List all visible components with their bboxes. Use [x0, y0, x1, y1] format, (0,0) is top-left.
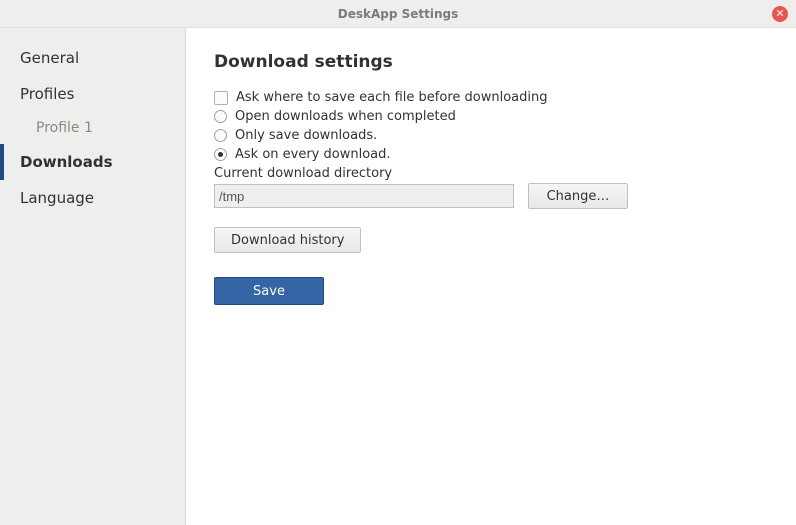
checkbox-label: Ask where to save each file before downl…	[236, 90, 547, 105]
radio-label: Open downloads when completed	[235, 109, 456, 124]
sidebar-item-language[interactable]: Language	[0, 180, 185, 216]
main-container: General Profiles Profile 1 Downloads Lan…	[0, 28, 796, 525]
save-button[interactable]: Save	[214, 277, 324, 305]
checkbox-icon	[214, 91, 228, 105]
sidebar-item-label: Profile 1	[36, 120, 93, 136]
radio-open-completed[interactable]: Open downloads when completed	[214, 109, 768, 124]
button-label: Save	[253, 284, 285, 299]
sidebar-item-label: Language	[20, 189, 94, 207]
sidebar-item-downloads[interactable]: Downloads	[0, 144, 185, 180]
sidebar: General Profiles Profile 1 Downloads Lan…	[0, 28, 186, 525]
radio-label: Ask on every download.	[235, 147, 391, 162]
sidebar-item-label: Downloads	[20, 153, 113, 171]
radio-label: Only save downloads.	[235, 128, 377, 143]
titlebar: DeskApp Settings ✕	[0, 0, 796, 28]
button-label: Change…	[547, 189, 610, 204]
dir-row: Change…	[214, 183, 768, 209]
sidebar-item-label: General	[20, 49, 79, 67]
sidebar-item-profiles[interactable]: Profiles	[0, 76, 185, 112]
radio-ask-every[interactable]: Ask on every download.	[214, 147, 768, 162]
radio-only-save[interactable]: Only save downloads.	[214, 128, 768, 143]
sidebar-item-general[interactable]: General	[0, 40, 185, 76]
close-icon[interactable]: ✕	[772, 6, 788, 22]
change-button[interactable]: Change…	[528, 183, 628, 209]
sidebar-subitem-profile1[interactable]: Profile 1	[0, 112, 185, 144]
content-pane: Download settings Ask where to save each…	[186, 28, 796, 525]
download-directory-input[interactable]	[214, 184, 514, 208]
radio-icon	[214, 110, 227, 123]
radio-icon	[214, 148, 227, 161]
download-history-button[interactable]: Download history	[214, 227, 361, 253]
dir-label: Current download directory	[214, 166, 768, 181]
button-label: Download history	[231, 233, 344, 248]
checkbox-ask-where[interactable]: Ask where to save each file before downl…	[214, 90, 768, 105]
radio-icon	[214, 129, 227, 142]
section-header: Download settings	[214, 52, 768, 72]
window-title: DeskApp Settings	[338, 7, 459, 21]
sidebar-item-label: Profiles	[20, 85, 74, 103]
